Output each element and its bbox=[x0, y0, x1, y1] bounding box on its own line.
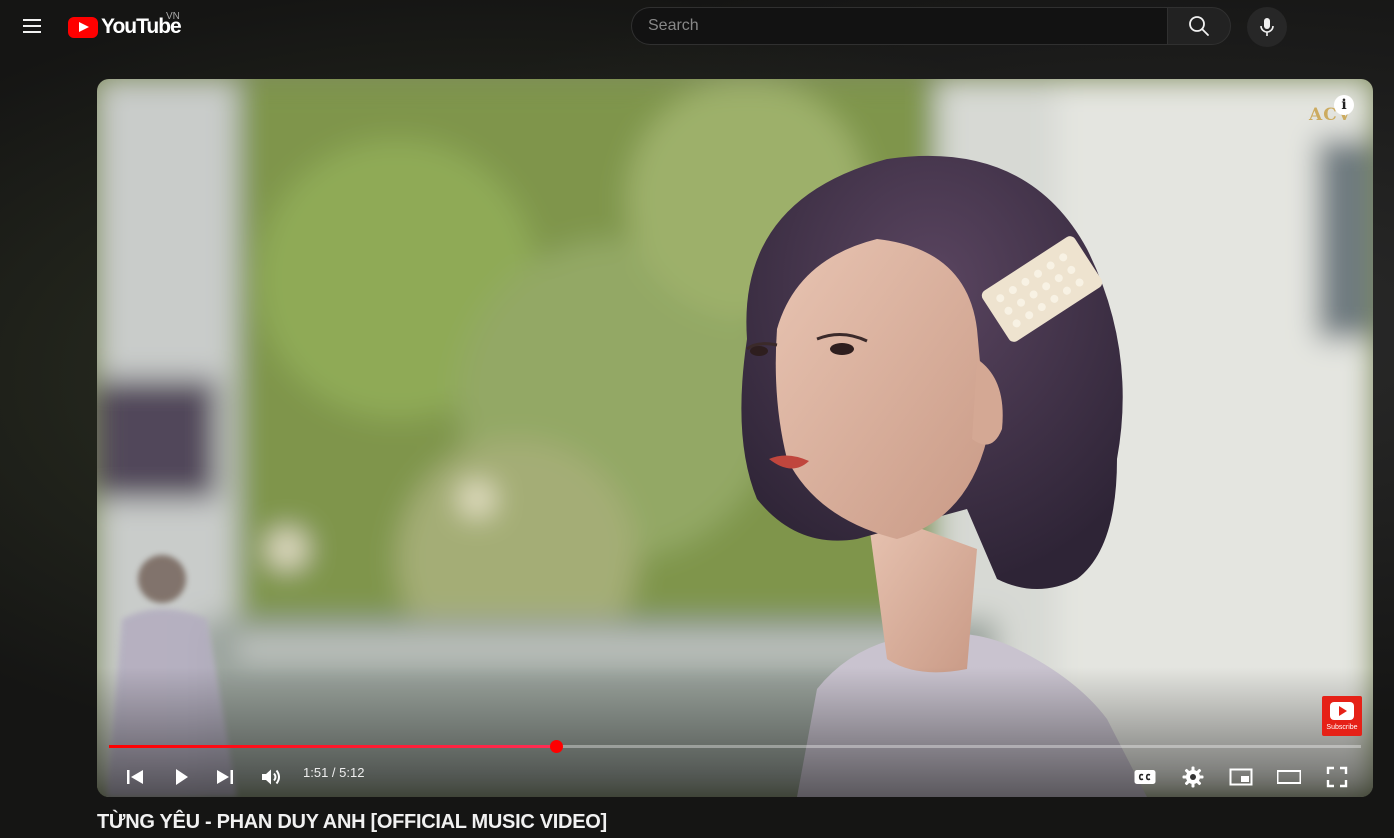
video-title: TỪNG YÊU - PHAN DUY ANH [OFFICIAL MUSIC … bbox=[97, 811, 607, 833]
search-icon bbox=[1189, 16, 1209, 36]
video-player[interactable]: ACV i Subscribe 1:51 / 5:12 bbox=[97, 79, 1373, 797]
theater-icon bbox=[1277, 770, 1301, 784]
next-icon bbox=[217, 770, 233, 784]
menu-icon bbox=[23, 19, 41, 21]
next-button[interactable] bbox=[207, 759, 243, 795]
prev-icon bbox=[127, 770, 143, 784]
mic-icon bbox=[1260, 18, 1274, 36]
masthead: YouTube VN bbox=[0, 0, 1394, 56]
country-code: VN bbox=[166, 11, 180, 22]
subscribe-label: Subscribe bbox=[1326, 724, 1358, 731]
search-input[interactable] bbox=[632, 8, 1167, 44]
search-box bbox=[631, 7, 1167, 45]
subscribe-watermark-button[interactable]: Subscribe bbox=[1322, 696, 1362, 736]
menu-button[interactable] bbox=[14, 8, 50, 44]
youtube-logo[interactable]: YouTube bbox=[68, 14, 182, 40]
scrubber-handle[interactable] bbox=[549, 740, 563, 753]
progress-played bbox=[109, 745, 556, 748]
progress-bar[interactable] bbox=[109, 740, 1361, 753]
menu-icon-bar bbox=[23, 31, 41, 33]
cc-icon bbox=[1134, 770, 1156, 784]
miniplayer-button[interactable] bbox=[1223, 759, 1259, 795]
fullscreen-icon bbox=[1326, 766, 1348, 788]
subtitles-button[interactable] bbox=[1127, 759, 1163, 795]
play-button[interactable] bbox=[163, 759, 199, 795]
settings-icon bbox=[1182, 766, 1204, 788]
settings-button[interactable] bbox=[1175, 759, 1211, 795]
volume-icon bbox=[262, 769, 280, 785]
fullscreen-button[interactable] bbox=[1319, 759, 1355, 795]
youtube-logo-icon bbox=[68, 16, 98, 38]
play-icon bbox=[176, 769, 188, 785]
youtube-play-icon bbox=[1330, 702, 1354, 720]
time-display: 1:51 / 5:12 bbox=[303, 765, 365, 780]
voice-search-button[interactable] bbox=[1247, 7, 1287, 47]
mute-button[interactable] bbox=[253, 759, 289, 795]
info-icon[interactable]: i bbox=[1334, 95, 1354, 115]
search-button[interactable] bbox=[1167, 7, 1231, 45]
miniplayer-icon bbox=[1229, 768, 1253, 786]
menu-icon-bar bbox=[23, 25, 41, 27]
theater-mode-button[interactable] bbox=[1271, 759, 1307, 795]
previous-button[interactable] bbox=[117, 759, 153, 795]
